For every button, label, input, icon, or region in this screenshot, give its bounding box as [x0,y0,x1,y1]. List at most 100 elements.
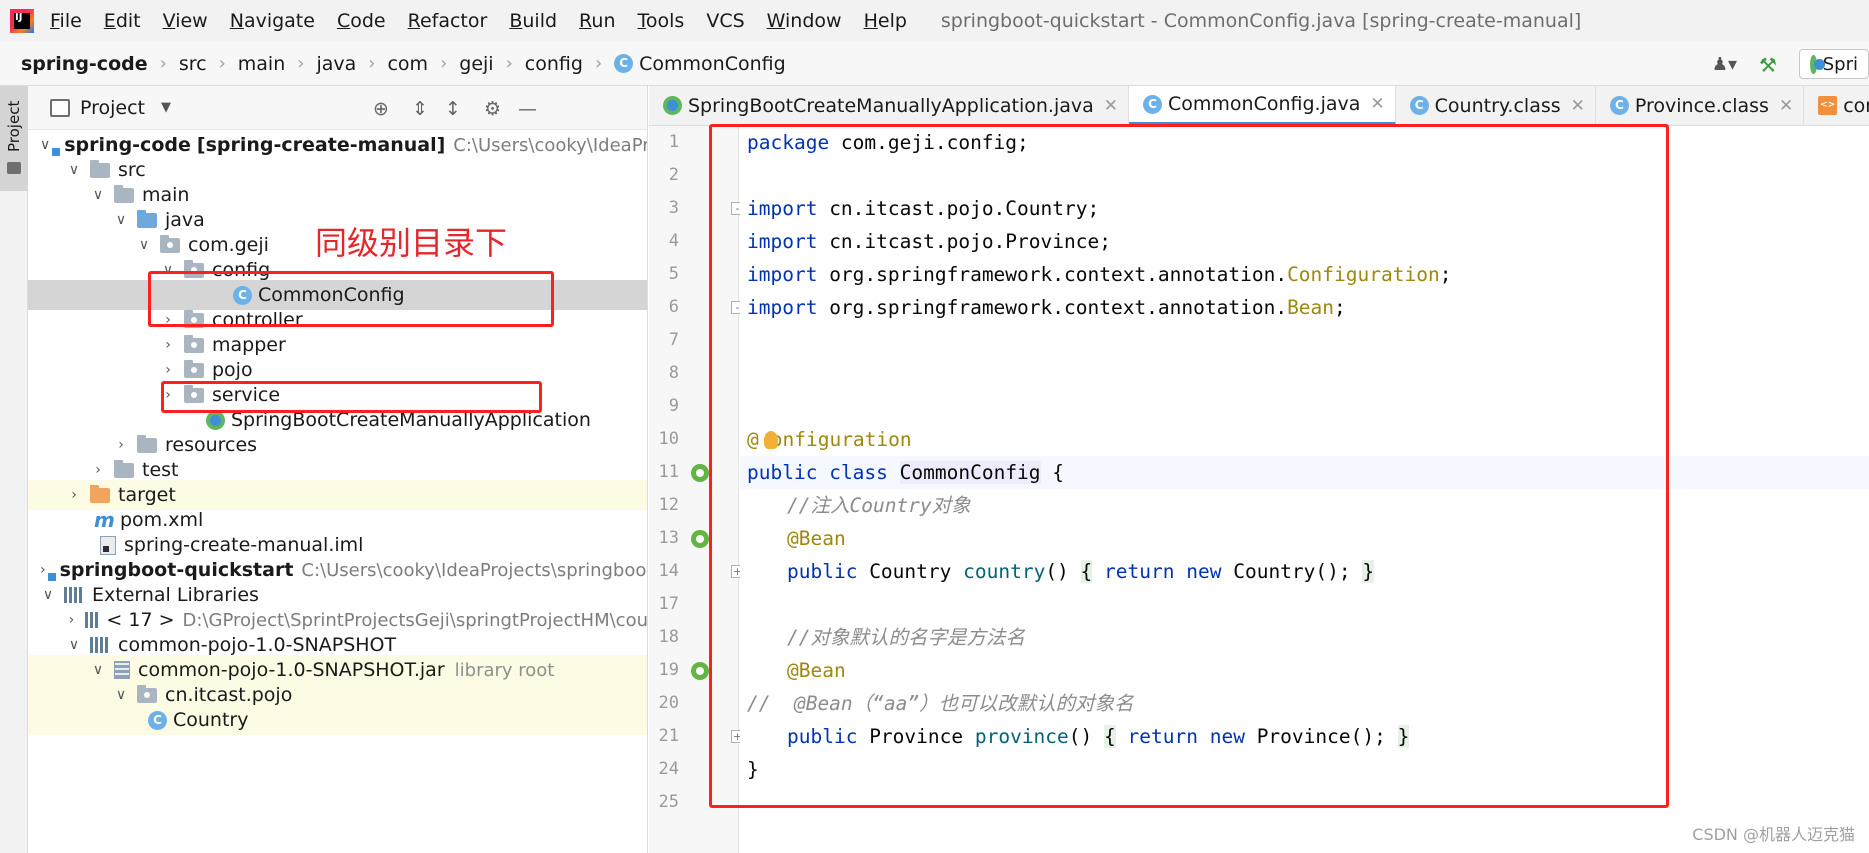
chevron-down-icon[interactable]: ∨ [40,137,50,153]
breadcrumb-separator: › [368,53,376,74]
menu-vcs[interactable]: VCS [706,10,744,32]
chevron-down-icon[interactable]: ∨ [66,162,82,178]
chevron-right-icon[interactable]: › [160,337,176,353]
tab-commonconfig[interactable]: C CommonConfig.java ✕ [1129,86,1396,125]
highlight-box-config [148,271,554,327]
chevron-down-icon[interactable]: ∨ [113,212,129,228]
menu-view[interactable]: View [163,10,208,32]
editor-tab-bar: SpringBootCreateManuallyApplication.java… [649,86,1869,126]
expand-all-icon[interactable]: ⇕ [412,98,428,120]
chevron-right-icon[interactable]: › [113,437,129,453]
tree-item-country[interactable]: C Country [28,705,647,735]
spring-bean-gutter-icon[interactable] [691,530,709,548]
tab-springboot-application[interactable]: SpringBootCreateManuallyApplication.java… [649,86,1130,125]
chevron-down-icon[interactable]: ∨ [40,587,56,603]
breadcrumb-item-java[interactable]: java [312,53,360,75]
folder-icon [114,184,134,203]
spring-boot-class-icon [663,96,682,115]
line-number: 19 [658,660,679,680]
menu-bar: IJ File Edit View Navigate Code Refactor… [0,0,1869,42]
library-icon [64,587,84,603]
close-icon[interactable]: ✕ [1370,94,1384,114]
breadcrumb-separator: › [594,53,603,74]
menu-navigate[interactable]: Navigate [230,10,315,32]
chevron-right-icon[interactable]: › [90,462,106,478]
module-path: C:\Users\cooky\IdeaProjec [453,134,648,156]
module-name: [spring-create-manual] [196,134,446,156]
class-icon: C [1409,96,1429,115]
close-icon[interactable]: ✕ [1571,96,1585,116]
chevron-down-icon[interactable]: ∨ [113,687,129,703]
breadcrumb-item-label: CommonConfig [639,52,786,75]
close-icon[interactable]: ✕ [1779,96,1793,116]
class-icon: C [1609,96,1629,115]
project-tool-tab[interactable]: Project [0,86,28,191]
resources-folder-icon [137,434,157,453]
breadcrumb-item-main[interactable]: main [234,53,289,75]
spring-bean-gutter-icon[interactable] [691,662,709,680]
breadcrumb: spring-code › src › main › java › com › … [0,42,1869,86]
spring-bean-gutter-icon[interactable] [691,464,709,482]
hammer-build-icon[interactable]: ⚒ [1759,53,1781,77]
tab-country-class[interactable]: C Country.class ✕ [1396,86,1596,125]
chevron-right-icon[interactable]: › [66,612,77,628]
module-path: C:\Users\cooky\IdeaProjects\springboot [301,559,648,581]
breadcrumb-separator: › [505,53,513,74]
breadcrumb-item-spring-code[interactable]: spring-code [17,53,152,75]
tree-item-label: Country [173,709,249,731]
project-panel-header: Project ▼ ⊕ ⇕ ↕ ⚙ — [28,86,647,130]
tab-label: common-po [1843,94,1869,117]
line-number: 7 [668,330,679,350]
package-icon [184,359,204,378]
chevron-down-icon[interactable]: ▼ [161,100,171,115]
breadcrumb-item-src[interactable]: src [175,53,211,75]
chevron-right-icon[interactable]: › [66,487,82,503]
menu-window[interactable]: Window [767,10,842,32]
user-icon[interactable]: ♟▾ [1712,54,1737,75]
spring-boot-icon [1810,54,1825,74]
source-folder-icon [137,209,157,228]
highlight-box-code [709,124,1669,808]
module-file-icon [100,535,116,555]
chevron-down-icon[interactable]: ∨ [90,187,106,203]
run-configuration-select[interactable]: Spri [1799,49,1869,79]
gear-icon[interactable]: ⚙ [484,98,501,120]
menu-file[interactable]: File [50,10,82,32]
menu-edit[interactable]: Edit [104,10,141,32]
close-icon[interactable]: ✕ [1104,96,1118,116]
breadcrumb-item-commonconfig[interactable]: C CommonConfig [610,53,790,75]
tab-common-pojo[interactable]: <> common-po [1804,86,1869,125]
tab-label: Country.class [1434,94,1561,117]
chevron-down-icon[interactable]: ∨ [90,662,106,678]
tree-item-label: common-pojo-1.0-SNAPSHOT.jar [138,659,445,681]
chevron-down-icon[interactable]: ∨ [136,237,152,253]
tree-item-label: pojo [212,359,253,381]
chevron-down-icon[interactable]: ∨ [66,637,82,653]
menu-run[interactable]: Run [579,10,615,32]
intellij-logo-icon: IJ [10,9,34,33]
line-number: 25 [658,792,679,812]
locate-icon[interactable]: ⊕ [373,98,389,120]
breadcrumb-item-config[interactable]: config [521,53,587,75]
tab-province-class[interactable]: C Province.class ✕ [1596,86,1805,125]
tree-item-label: External Libraries [92,584,259,606]
menu-code[interactable]: Code [337,10,386,32]
line-number: 24 [658,759,679,779]
tree-item-label: common-pojo-1.0-SNAPSHOT [118,634,397,656]
project-view-title[interactable]: Project [80,97,145,119]
library-root-label: library root [454,659,555,681]
maven-icon: m [94,508,115,532]
chevron-right-icon[interactable]: › [160,362,176,378]
breadcrumb-separator: › [297,53,305,74]
menu-refactor[interactable]: Refactor [408,10,488,32]
menu-help[interactable]: Help [864,10,907,32]
menu-build[interactable]: Build [509,10,557,32]
minimize-icon[interactable]: — [518,98,537,120]
breadcrumb-item-geji[interactable]: geji [455,53,497,75]
line-number: 9 [668,396,679,416]
collapse-all-icon[interactable]: ↕ [445,98,461,120]
breadcrumb-item-com[interactable]: com [383,53,432,75]
menu-tools[interactable]: Tools [638,10,685,32]
chevron-right-icon[interactable]: › [40,562,46,578]
tree-item-label: src [118,159,146,181]
